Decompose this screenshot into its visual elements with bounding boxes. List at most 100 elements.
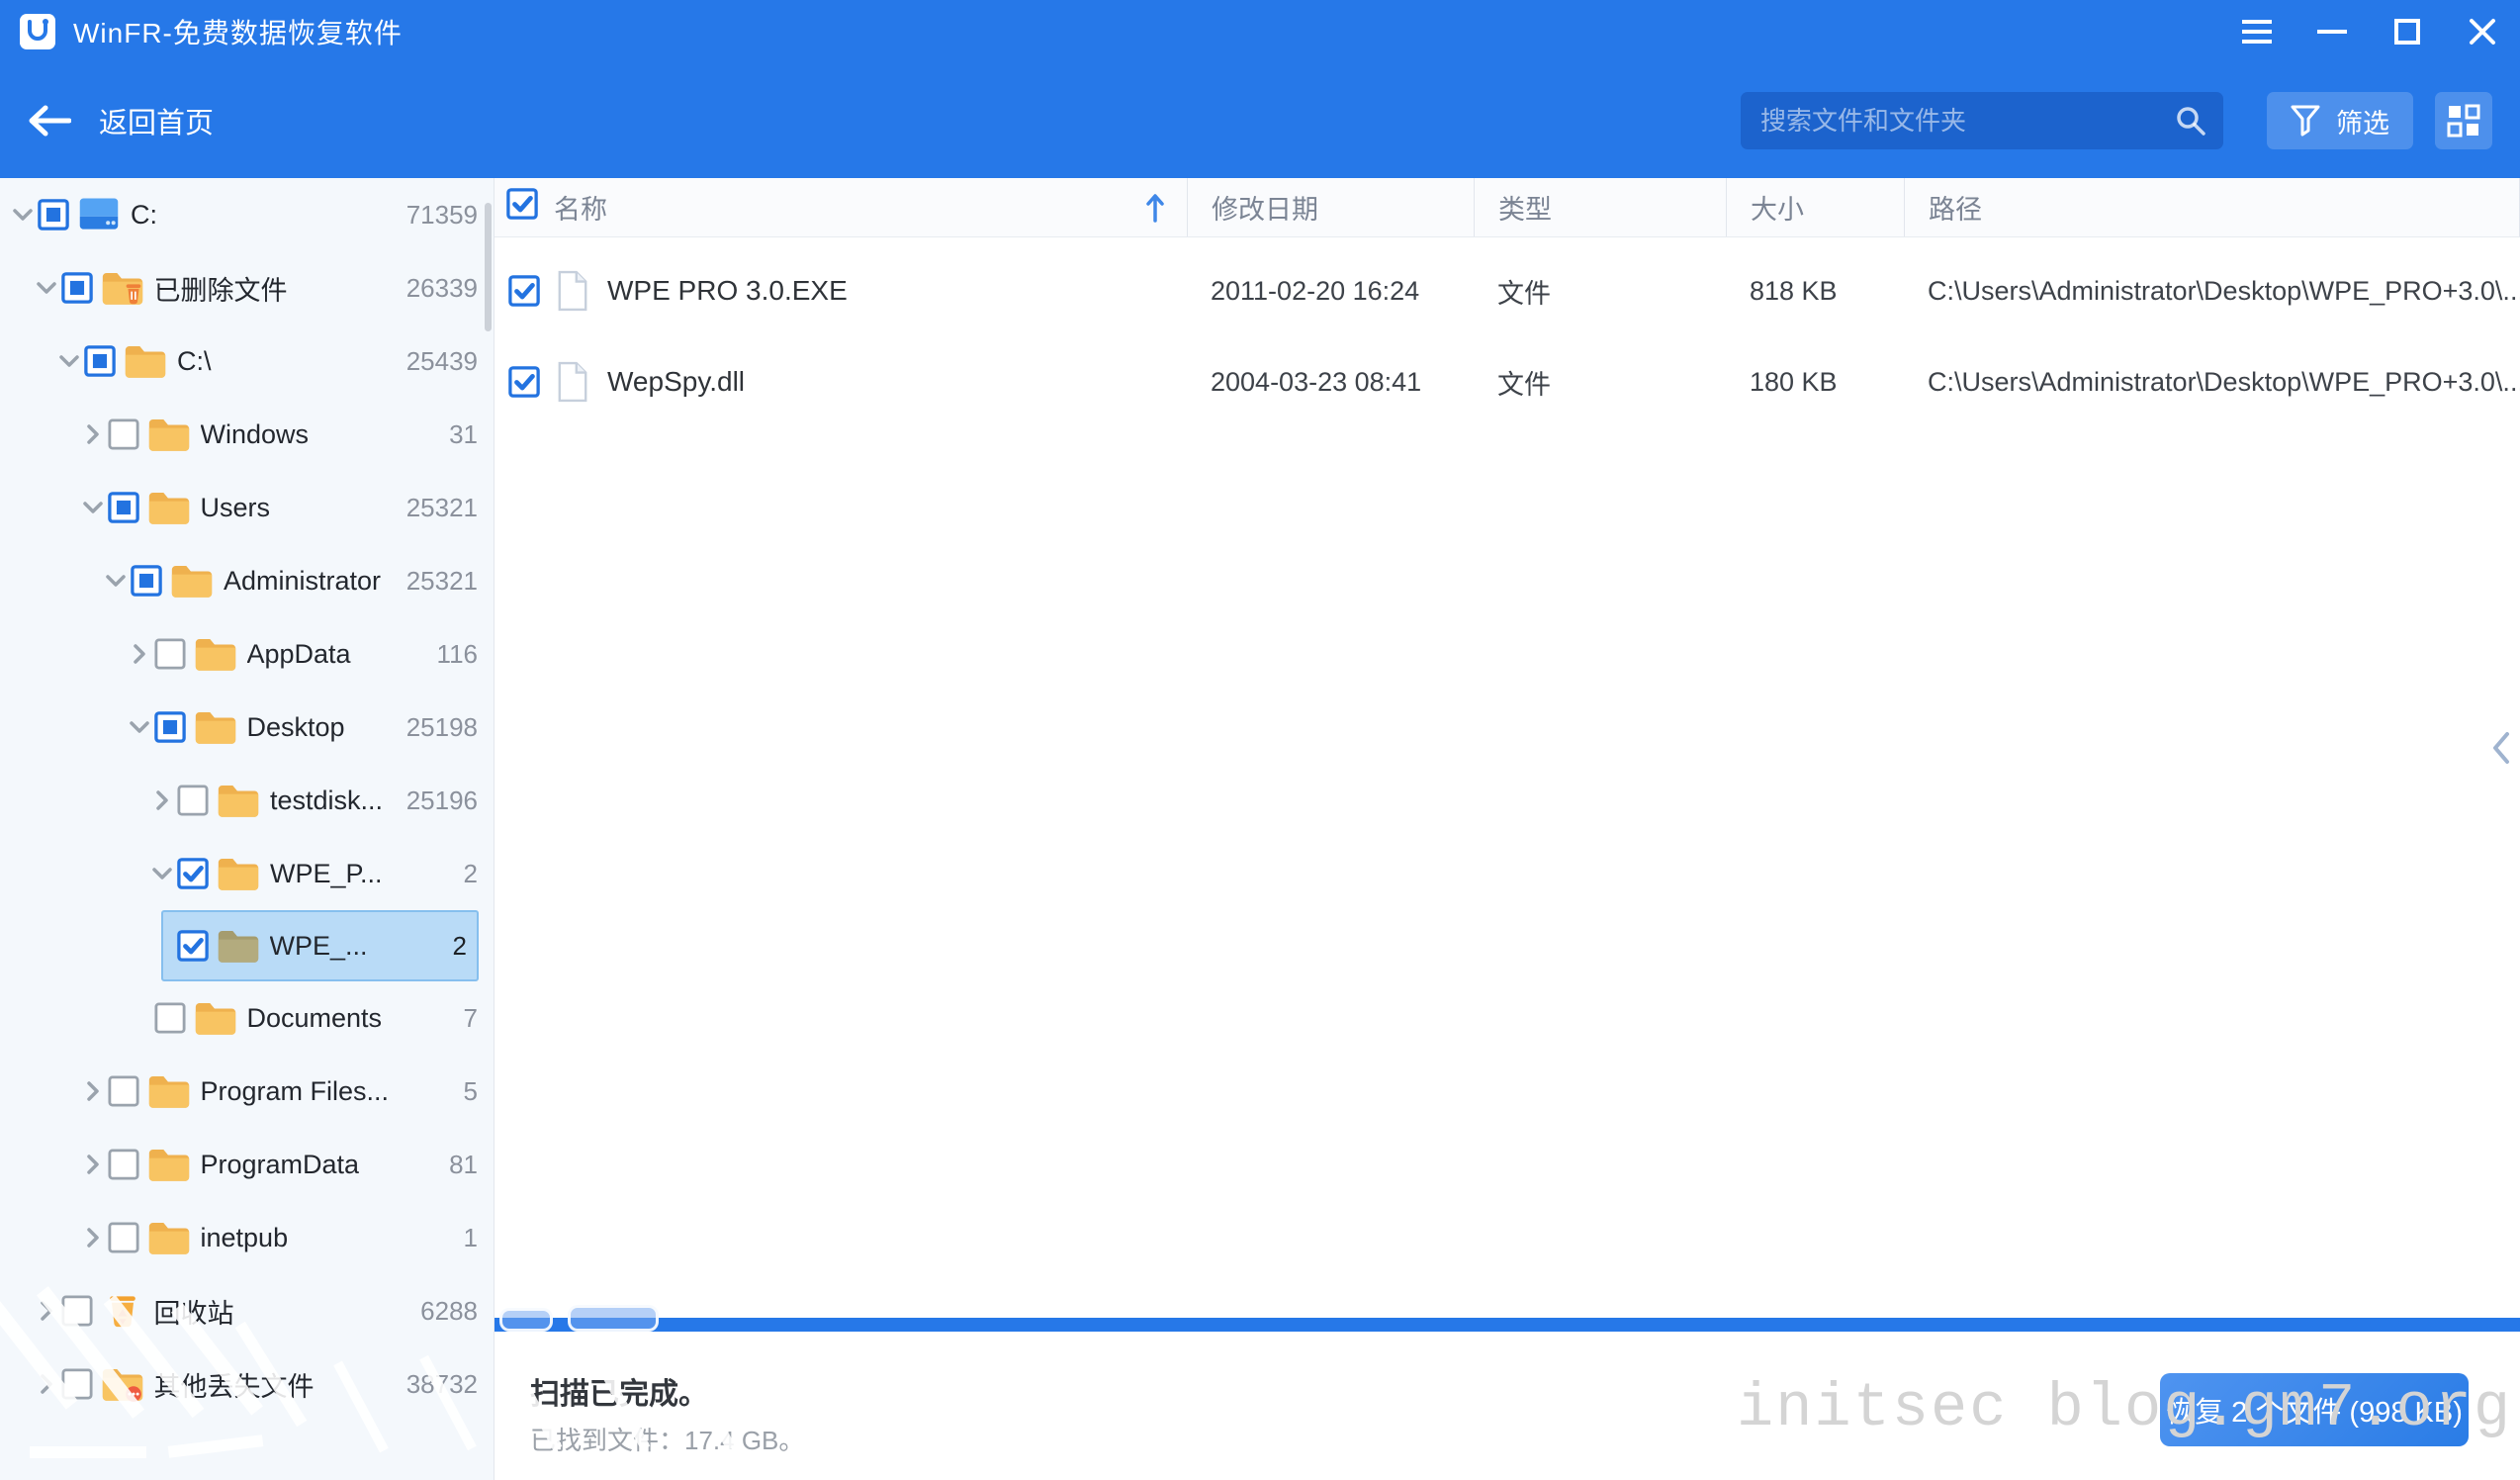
- tree-item-inetpub[interactable]: inetpub1: [0, 1201, 494, 1274]
- close-button[interactable]: [2445, 0, 2520, 63]
- checkbox-indeterminate[interactable]: [154, 711, 186, 743]
- column-header-size[interactable]: 大小: [1726, 178, 1904, 236]
- collapse-panel-arrow-icon[interactable]: [2488, 728, 2514, 768]
- tree-item-其他丢失文件[interactable]: 其他丢失文件38732: [0, 1347, 494, 1421]
- checkbox-unchecked[interactable]: [61, 1295, 93, 1327]
- folder-icon: [147, 416, 191, 453]
- drive-icon: [77, 196, 121, 233]
- search-icon[interactable]: [2174, 104, 2207, 138]
- tree-item-wpe[interactable]: WPE_...2: [161, 910, 480, 981]
- file-list-panel: 名称 修改日期 类型 大小 路径 WPE PRO 3.0.EXE 2011-02-…: [495, 178, 2520, 1318]
- menu-button[interactable]: [2219, 0, 2295, 63]
- checkbox-unchecked[interactable]: [108, 1075, 139, 1107]
- titlebar: WinFR-免费数据恢复软件: [0, 0, 2520, 63]
- tree-item-users[interactable]: Users25321: [0, 471, 494, 544]
- tree-item-appdata[interactable]: AppData116: [0, 617, 494, 691]
- filter-button[interactable]: 筛选: [2267, 92, 2413, 149]
- column-header-path[interactable]: 路径: [1904, 178, 2520, 236]
- chevron-right-icon[interactable]: [80, 421, 106, 447]
- chevron-down-icon[interactable]: [103, 568, 129, 594]
- checkbox-indeterminate[interactable]: [131, 565, 162, 597]
- maximize-button[interactable]: [2370, 0, 2445, 63]
- chevron-down-icon[interactable]: [10, 202, 36, 228]
- checkbox-unchecked[interactable]: [61, 1368, 93, 1400]
- tree-item-c[interactable]: C:\25439: [0, 324, 494, 398]
- folder-icon: [147, 1072, 191, 1110]
- tree-item-c[interactable]: C: 71359: [0, 178, 494, 251]
- chevron-right-icon[interactable]: [127, 641, 152, 667]
- chevron-right-icon[interactable]: [80, 1078, 106, 1104]
- file-modified-date: 2011-02-20 16:24: [1187, 245, 1474, 336]
- chevron-down-icon[interactable]: [56, 348, 82, 374]
- tree-item-wpe-p[interactable]: WPE_P...2: [0, 837, 494, 910]
- toolbar: 返回首页 筛选: [0, 63, 2520, 178]
- checkbox-indeterminate[interactable]: [61, 272, 93, 304]
- deleted-files-folder-icon: [101, 269, 144, 307]
- checkbox-unchecked[interactable]: [177, 785, 209, 816]
- chevron-right-icon[interactable]: [34, 1298, 59, 1324]
- minimize-button[interactable]: [2295, 0, 2370, 63]
- chevron-down-icon[interactable]: [80, 495, 106, 520]
- tree-item-administrator[interactable]: Administrator25321: [0, 544, 494, 617]
- checkbox-unchecked[interactable]: [108, 418, 139, 450]
- tree-item-label: 已删除文件: [154, 269, 288, 308]
- chevron-right-icon[interactable]: [34, 1371, 59, 1397]
- tree-item-count: 71359: [406, 200, 494, 231]
- back-button[interactable]: 返回首页: [28, 100, 214, 141]
- folder-icon: [124, 342, 167, 380]
- chevron-right-icon[interactable]: [149, 787, 175, 813]
- column-header-type[interactable]: 类型: [1474, 178, 1726, 236]
- checkbox-unchecked[interactable]: [108, 1222, 139, 1253]
- chevron-right-icon[interactable]: [80, 1152, 106, 1177]
- sidebar-vertical-scrollbar[interactable]: [485, 203, 492, 331]
- tree-item-windows[interactable]: Windows31: [0, 398, 494, 471]
- tree-item-label: WPE_...: [270, 931, 368, 962]
- checkbox-checked[interactable]: [508, 366, 540, 398]
- scan-status-text: 扫描已完成。: [530, 1369, 708, 1413]
- checkbox-checked[interactable]: [177, 930, 209, 962]
- file-name: WepSpy.dll: [607, 366, 745, 398]
- recover-button[interactable]: 恢复 2 个文件 (998 KB): [2160, 1373, 2469, 1446]
- tree-item-documents[interactable]: Documents 7: [0, 981, 494, 1055]
- tree-item-label: Documents: [247, 1003, 383, 1034]
- checkbox-checked[interactable]: [177, 858, 209, 889]
- checkbox-indeterminate[interactable]: [84, 345, 116, 377]
- folder-icon: [170, 562, 214, 600]
- checkbox-indeterminate[interactable]: [38, 199, 69, 231]
- back-button-label: 返回首页: [99, 100, 214, 141]
- tree-item-count: 38732: [406, 1369, 494, 1400]
- column-header-name[interactable]: 名称: [495, 178, 1187, 236]
- tree-item-已删除文件[interactable]: 已删除文件26339: [0, 251, 494, 324]
- chevron-right-icon[interactable]: [80, 1225, 106, 1250]
- checkbox-indeterminate[interactable]: [108, 492, 139, 523]
- tree-item-label: inetpub: [201, 1223, 289, 1253]
- tree-item-program-files[interactable]: Program Files...5: [0, 1055, 494, 1128]
- sort-ascending-icon[interactable]: [1145, 193, 1165, 223]
- chevron-down-icon[interactable]: [149, 861, 175, 886]
- chevron-down-icon[interactable]: [127, 714, 152, 740]
- column-header-modified[interactable]: 修改日期: [1187, 178, 1474, 236]
- tree-item-programdata[interactable]: ProgramData81: [0, 1128, 494, 1201]
- checkbox-unchecked[interactable]: [108, 1149, 139, 1180]
- file-row-wepspy-dll[interactable]: WepSpy.dll2004-03-23 08:41文件180 KBC:\Use…: [495, 336, 2520, 427]
- horizontal-scrollbar[interactable]: [495, 1318, 2520, 1332]
- file-size: 818 KB: [1726, 245, 1904, 336]
- search-input[interactable]: [1760, 106, 2174, 137]
- checkbox-unchecked[interactable]: [154, 1002, 186, 1034]
- view-mode-grid-button[interactable]: [2435, 92, 2492, 149]
- chevron-down-icon[interactable]: [34, 275, 59, 301]
- checkbox-unchecked[interactable]: [154, 638, 186, 670]
- checkbox-checked[interactable]: [508, 275, 540, 307]
- tree-item-count: 7: [464, 1003, 494, 1034]
- tree-item-回收站[interactable]: 回收站6288: [0, 1274, 494, 1347]
- select-all-checkbox[interactable]: [506, 188, 538, 227]
- tree-item-testdisk[interactable]: testdisk...25196: [0, 764, 494, 837]
- file-name: WPE PRO 3.0.EXE: [607, 275, 848, 307]
- tree-item-label: C:: [131, 200, 157, 231]
- tree-item-desktop[interactable]: Desktop25198: [0, 691, 494, 764]
- file-row-wpe-pro-3-0-exe[interactable]: WPE PRO 3.0.EXE2011-02-20 16:24文件818 KBC…: [495, 245, 2520, 336]
- tree-item-count: 25198: [406, 712, 494, 743]
- file-icon: [556, 270, 589, 312]
- file-type: 文件: [1474, 245, 1726, 336]
- tree-item-count: 2: [464, 859, 494, 889]
